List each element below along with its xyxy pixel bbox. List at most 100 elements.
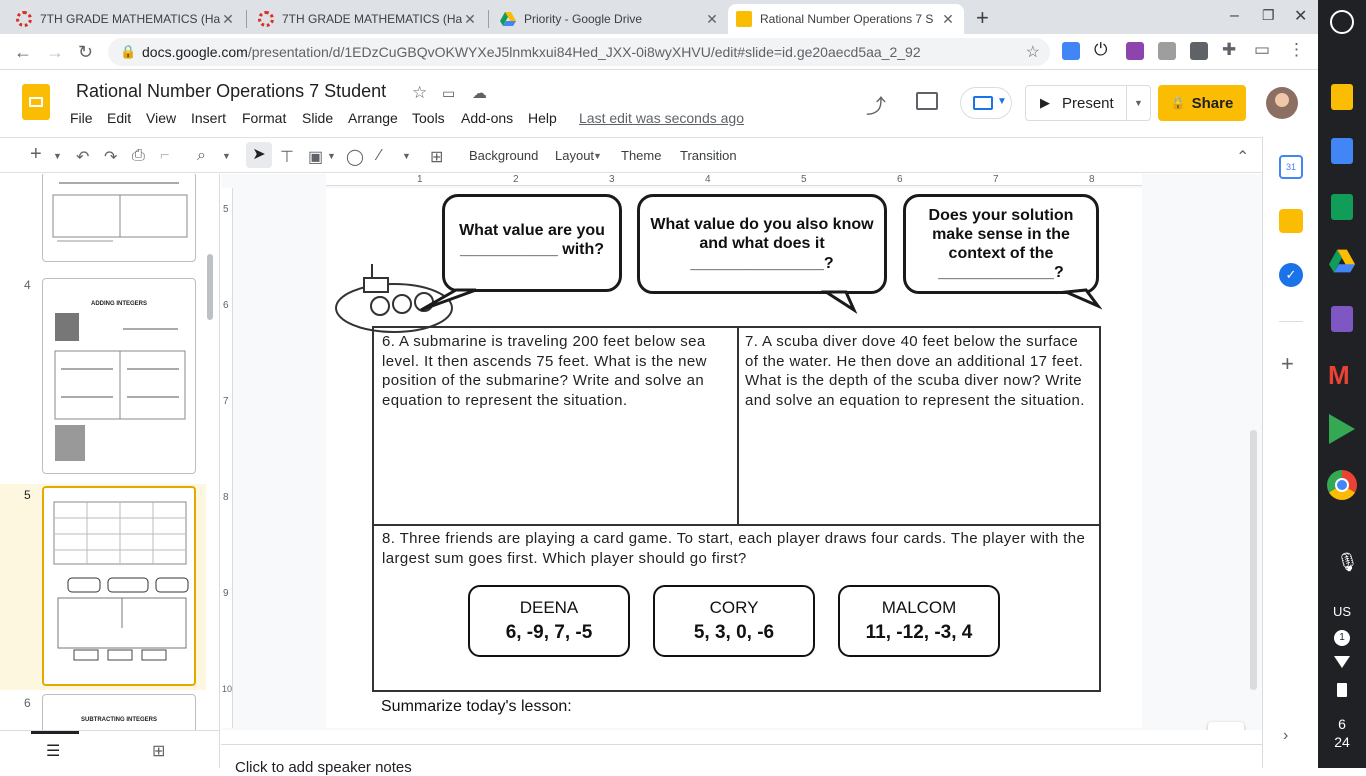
filmstrip-view-icon[interactable]: ☰ xyxy=(46,741,60,761)
slides-logo-icon[interactable] xyxy=(22,84,50,120)
present-to-meeting-button[interactable]: ▼ xyxy=(960,87,1012,119)
chevron-down-icon[interactable]: ▼ xyxy=(593,151,602,161)
paint-format-icon[interactable]: ⌐ xyxy=(160,147,169,165)
sheets-app-icon[interactable] xyxy=(1331,194,1353,220)
menu-edit[interactable]: Edit xyxy=(107,110,131,126)
new-slide-icon[interactable]: + xyxy=(30,143,42,166)
image-icon[interactable]: ▣ xyxy=(308,147,323,167)
extension-icon[interactable] xyxy=(1126,42,1144,60)
star-icon[interactable]: ☆ xyxy=(412,83,427,103)
notification-count-badge[interactable]: 1 xyxy=(1334,630,1350,646)
extension-icon[interactable] xyxy=(1158,42,1176,60)
menu-format[interactable]: Format xyxy=(242,110,286,126)
chevron-down-icon[interactable]: ▼ xyxy=(222,151,231,161)
share-button[interactable]: 🔒 Share xyxy=(1158,85,1246,121)
reload-icon[interactable]: ↻ xyxy=(78,42,93,63)
close-window-icon[interactable]: ✕ xyxy=(1294,6,1307,26)
menu-arrange[interactable]: Arrange xyxy=(348,110,398,126)
gmail-app-icon[interactable]: M xyxy=(1328,362,1350,388)
slide-thumbnail[interactable] xyxy=(42,174,196,262)
browser-menu-icon[interactable]: ⋮ xyxy=(1288,40,1305,60)
tasks-icon[interactable]: ✓ xyxy=(1279,263,1303,287)
print-icon[interactable]: ⎙ xyxy=(132,147,145,165)
back-icon[interactable]: ← xyxy=(14,42,32,63)
background-button[interactable]: Background xyxy=(469,148,538,163)
menu-help[interactable]: Help xyxy=(528,110,557,126)
menu-view[interactable]: View xyxy=(146,110,176,126)
close-icon[interactable]: ✕ xyxy=(220,11,236,28)
browser-tab[interactable]: 7TH GRADE MATHEMATICS (Hay ✕ xyxy=(8,4,244,34)
document-title[interactable]: Rational Number Operations 7 Student xyxy=(76,81,386,102)
slide-thumbnail[interactable]: ADDING INTEGERS xyxy=(42,278,196,474)
close-icon[interactable]: ✕ xyxy=(940,11,956,28)
activity-trend-icon[interactable]: ⤴ xyxy=(866,90,886,119)
slides-app-icon[interactable] xyxy=(1331,84,1353,110)
slide-thumbnail[interactable]: SUBTRACTING INTEGERS xyxy=(42,694,196,730)
clock-minute[interactable]: 24 xyxy=(1318,734,1366,750)
restore-icon[interactable]: ❐ xyxy=(1262,7,1275,24)
translate-extension-icon[interactable] xyxy=(1062,42,1080,60)
chevron-down-icon[interactable]: ▼ xyxy=(327,151,336,161)
forms-app-icon[interactable] xyxy=(1331,306,1353,332)
clock-hour[interactable]: 6 xyxy=(1318,716,1366,732)
move-folder-icon[interactable]: ▭ xyxy=(442,85,455,102)
zoom-icon[interactable]: ⌕ xyxy=(197,147,206,165)
chevron-up-icon[interactable]: ⌃ xyxy=(1236,147,1249,167)
browser-tab[interactable]: 7TH GRADE MATHEMATICS (Hay ✕ xyxy=(250,4,486,34)
layout-button[interactable]: Layout xyxy=(555,148,594,163)
undo-icon[interactable]: ↶ xyxy=(76,147,89,167)
grid-view-icon[interactable]: ⊞ xyxy=(152,741,165,761)
line-icon[interactable]: ∕ xyxy=(378,147,381,165)
select-cursor-icon[interactable]: ➤ xyxy=(246,142,272,168)
launcher-icon[interactable] xyxy=(1330,10,1354,34)
url-input[interactable]: 🔒 docs.google.com/presentation/d/1EDzCuG… xyxy=(108,38,1050,66)
forward-icon[interactable]: → xyxy=(46,42,64,63)
browser-tab[interactable]: Priority - Google Drive ✕ xyxy=(492,4,728,34)
calendar-icon[interactable]: 31 xyxy=(1279,155,1303,179)
slide-thumbnail-selected[interactable] xyxy=(42,486,196,686)
keep-icon[interactable] xyxy=(1279,209,1303,233)
browser-tab-active[interactable]: Rational Number Operations 7 S ✕ xyxy=(728,4,964,34)
close-icon[interactable]: ✕ xyxy=(462,11,478,28)
chevron-right-icon[interactable]: › xyxy=(1283,727,1288,745)
cloud-status-icon[interactable]: ☁ xyxy=(472,84,487,102)
drive-app-icon[interactable] xyxy=(1328,248,1356,279)
extension-icon[interactable] xyxy=(1190,42,1208,60)
chevron-down-icon[interactable]: ▼ xyxy=(53,151,62,161)
present-button[interactable]: ▶ Present ▼ xyxy=(1025,85,1151,121)
redo-icon[interactable]: ↷ xyxy=(104,147,117,167)
input-language[interactable]: US xyxy=(1318,604,1366,619)
chevron-down-icon[interactable]: ▼ xyxy=(402,151,411,161)
menu-tools[interactable]: Tools xyxy=(412,110,445,126)
chrome-app-icon[interactable] xyxy=(1327,470,1357,500)
new-tab-icon[interactable]: + xyxy=(976,5,989,31)
filmstrip-scrollbar[interactable] xyxy=(207,254,213,320)
menu-slide[interactable]: Slide xyxy=(302,110,333,126)
transition-button[interactable]: Transition xyxy=(680,148,737,163)
menu-insert[interactable]: Insert xyxy=(191,110,226,126)
play-store-app-icon[interactable] xyxy=(1329,414,1355,444)
shape-icon[interactable]: ◯ xyxy=(346,147,364,167)
last-edit-link[interactable]: Last edit was seconds ago xyxy=(579,110,744,126)
add-addon-icon[interactable]: + xyxy=(1281,351,1294,377)
avatar[interactable] xyxy=(1266,87,1298,119)
power-extension-icon[interactable]: ⏻ xyxy=(1094,40,1107,60)
menu-addons[interactable]: Add-ons xyxy=(461,110,513,126)
puzzle-extensions-icon[interactable]: ✚ xyxy=(1222,40,1236,60)
bookmark-star-icon[interactable]: ☆ xyxy=(1026,42,1040,62)
theme-button[interactable]: Theme xyxy=(621,148,661,163)
canvas-vertical-scrollbar[interactable] xyxy=(1250,430,1257,690)
close-icon[interactable]: ✕ xyxy=(704,11,720,28)
menu-file[interactable]: File xyxy=(70,110,93,126)
minimize-icon[interactable]: – xyxy=(1230,7,1239,25)
slide[interactable]: What value are you ___________ with? Wha… xyxy=(326,188,1142,728)
add-comment-icon[interactable]: ⊞ xyxy=(430,147,443,167)
cast-icon[interactable]: ▭ xyxy=(1254,40,1270,60)
text-box-icon[interactable]: ⊤ xyxy=(280,147,294,167)
explore-icon[interactable]: ✦ xyxy=(1208,722,1244,730)
chevron-down-icon[interactable]: ▼ xyxy=(1126,86,1150,120)
speaker-notes[interactable]: Click to add speaker notes xyxy=(221,744,1262,776)
microphone-icon[interactable]: 🎙 xyxy=(1336,552,1359,573)
comments-icon[interactable] xyxy=(916,92,938,110)
docs-app-icon[interactable] xyxy=(1331,138,1353,164)
